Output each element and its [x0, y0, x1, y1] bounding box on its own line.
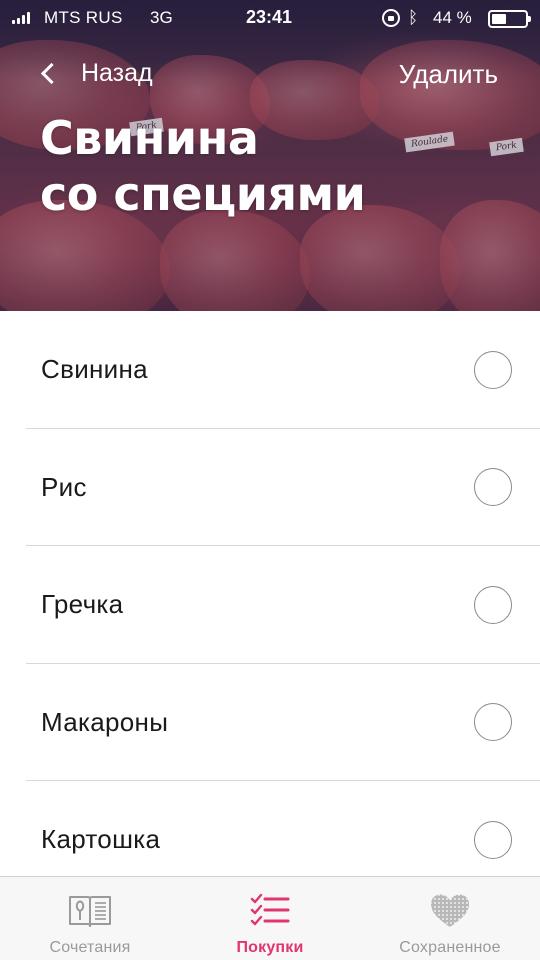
status-bar: MTS RUS 3G 23:41 ᛒ 44 %	[0, 0, 540, 36]
shopping-list: Свинина Рис Гречка Макароны Картошка	[0, 311, 540, 899]
checkbox-circle[interactable]	[474, 350, 512, 389]
recipe-book-icon	[66, 891, 114, 931]
delete-button[interactable]: Удалить	[399, 56, 498, 92]
tab-label: Покупки	[236, 939, 304, 956]
heart-icon	[426, 891, 474, 931]
page-title: Свинина со специями	[40, 110, 510, 222]
item-label: Картошка	[41, 824, 161, 855]
status-time: 23:41	[246, 7, 293, 27]
list-item[interactable]: Рис	[26, 429, 540, 547]
tab-label: Сохраненное	[399, 939, 501, 956]
tab-shopping[interactable]: Покупки	[180, 877, 360, 960]
list-item[interactable]: Гречка	[26, 546, 540, 664]
network-type: 3G	[150, 8, 173, 27]
battery-percentage: 44 %	[433, 8, 472, 27]
bluetooth-icon: ᛒ	[408, 8, 419, 27]
tab-combinations[interactable]: Сочетания	[0, 877, 180, 960]
checkbox-circle[interactable]	[474, 703, 512, 742]
title-line-2: со специями	[40, 167, 366, 221]
checkbox-circle[interactable]	[474, 585, 512, 624]
list-item[interactable]: Свинина	[26, 311, 540, 429]
tab-label: Сочетания	[49, 939, 131, 956]
back-label: Назад	[81, 58, 153, 87]
checkbox-circle[interactable]	[474, 468, 512, 507]
carrier-label: MTS RUS	[44, 8, 123, 27]
signal-icon	[12, 12, 30, 24]
back-button[interactable]: Назад	[40, 56, 153, 90]
tab-bar: Сочетания Покупки Сохраненное	[0, 876, 540, 960]
battery-icon	[488, 10, 531, 28]
header-hero: Pork Roulade Pork MTS RUS 3G 23:41 ᛒ 44 …	[0, 0, 540, 311]
checkbox-circle[interactable]	[474, 820, 512, 859]
orientation-lock-icon	[382, 9, 400, 27]
checklist-icon	[246, 891, 294, 931]
title-line-1: Свинина	[40, 111, 259, 165]
tab-saved[interactable]: Сохраненное	[360, 877, 540, 960]
item-label: Рис	[41, 471, 87, 502]
item-label: Гречка	[41, 589, 124, 620]
item-label: Свинина	[41, 354, 148, 385]
list-item[interactable]: Макароны	[26, 664, 540, 782]
chevron-left-icon	[40, 62, 63, 84]
item-label: Макароны	[41, 706, 169, 737]
